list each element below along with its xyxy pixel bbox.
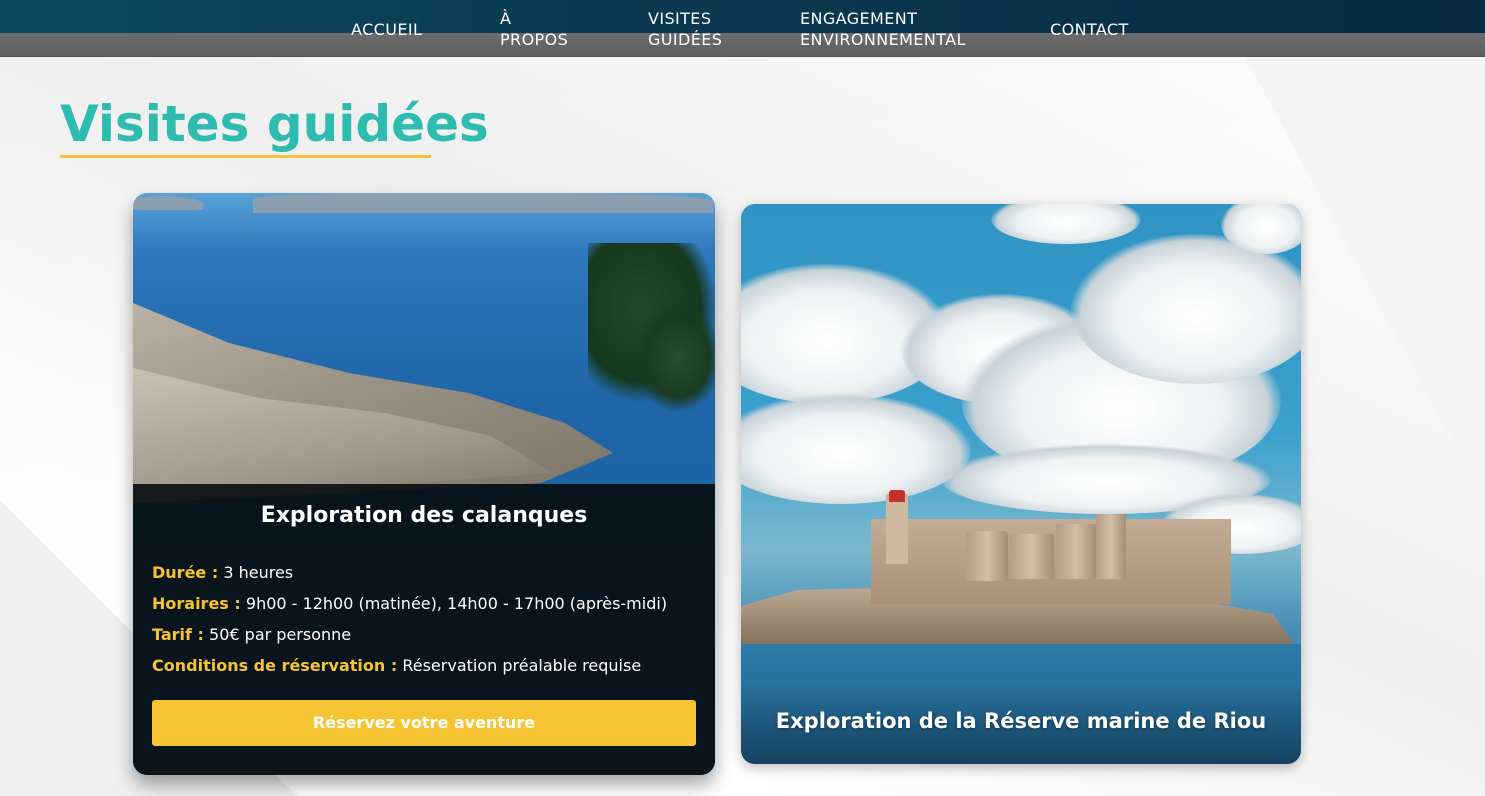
info-label: Tarif :	[152, 625, 204, 644]
nav-item-engagement-environnemental[interactable]: ENGAGEMENT ENVIRONNEMENTAL	[800, 8, 966, 50]
nav-item-label: ACCUEIL	[351, 20, 423, 39]
nav-item-label: GUIDÉES	[648, 30, 723, 49]
nav-item-accueil[interactable]: ACCUEIL	[351, 19, 422, 40]
info-conditions: Conditions de réservation : Réservation …	[152, 656, 641, 675]
page-title: Visites guidées	[60, 95, 489, 153]
nav-item-contact[interactable]: CONTACT	[1050, 19, 1129, 40]
tour-card-riou[interactable]: Exploration de la Réserve marine de Riou	[741, 204, 1301, 764]
book-adventure-button[interactable]: Réservez votre aventure	[152, 700, 696, 746]
info-value: 3 heures	[218, 563, 294, 582]
nav-item-label: VISITES	[648, 9, 712, 28]
info-value: 9h00 - 12h00 (matinée), 14h00 - 17h00 (a…	[240, 594, 668, 613]
card-title: Exploration de la Réserve marine de Riou	[775, 709, 1267, 733]
nav-item-label: CONTACT	[1050, 20, 1129, 39]
info-value: 50€ par personne	[203, 625, 352, 644]
main-navbar: ACCUEIL À PROPOS VISITES GUIDÉES ENGAGEM…	[0, 0, 1485, 57]
nav-item-visites-guidees[interactable]: VISITES GUIDÉES	[648, 8, 722, 50]
nav-item-label: À	[500, 9, 512, 28]
nav-item-a-propos[interactable]: À PROPOS	[500, 8, 568, 50]
nav-item-label: PROPOS	[500, 30, 569, 49]
info-tarif: Tarif : 50€ par personne	[152, 625, 351, 644]
info-label: Durée :	[152, 563, 219, 582]
info-value: Réservation préalable requise	[397, 656, 642, 675]
nav-item-label: ENVIRONNEMENTAL	[800, 30, 966, 49]
title-underline	[60, 155, 431, 158]
info-horaires: Horaires : 9h00 - 12h00 (matinée), 14h00…	[152, 594, 667, 613]
info-label: Conditions de réservation :	[152, 656, 398, 675]
info-label: Horaires :	[152, 594, 241, 613]
info-duree: Durée : 3 heures	[152, 563, 293, 582]
card-title: Exploration des calanques	[260, 503, 588, 528]
tour-card-calanques: Exploration des calanques Durée : 3 heur…	[133, 193, 715, 775]
nav-item-label: ENGAGEMENT	[800, 9, 918, 28]
